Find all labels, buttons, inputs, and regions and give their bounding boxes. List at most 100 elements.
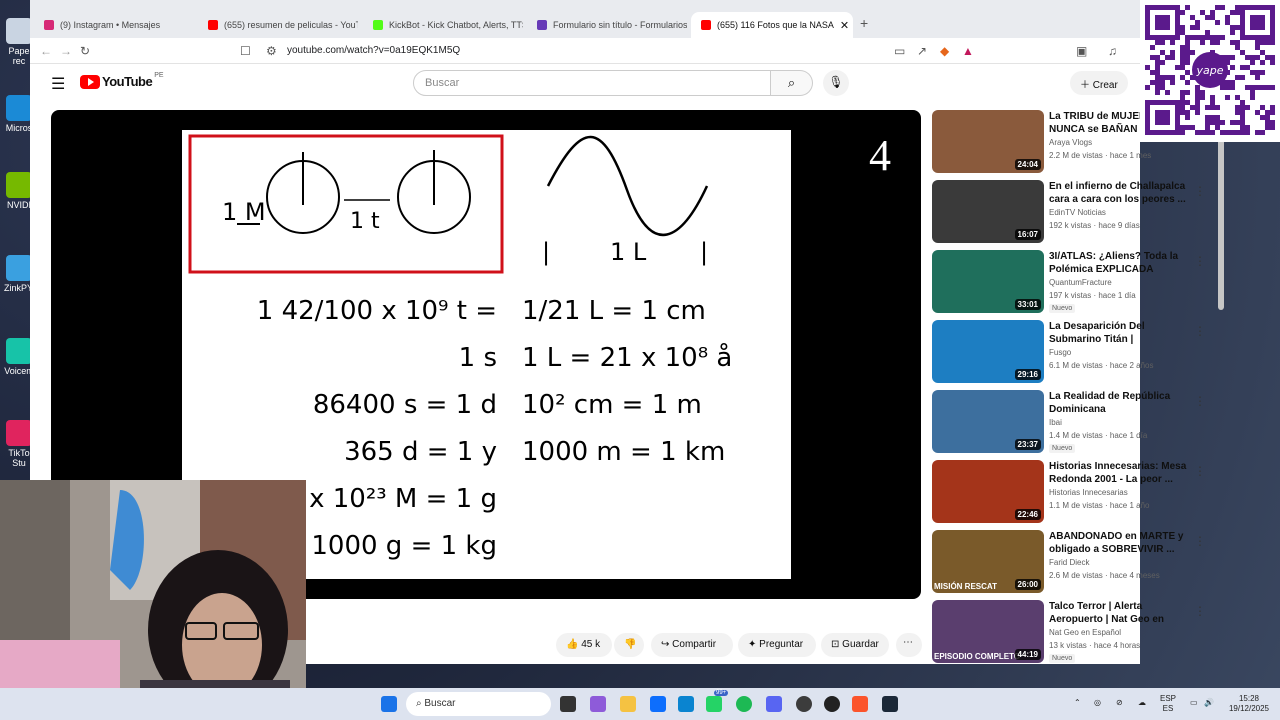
brave-shield-icon[interactable]: ◆ xyxy=(940,44,949,58)
channel-name[interactable]: Historias Innecesarias xyxy=(1049,488,1128,497)
channel-name[interactable]: QuantumFracture xyxy=(1049,278,1112,287)
whatsapp-icon[interactable] xyxy=(706,696,722,712)
video-title[interactable]: 3I/ATLAS: ¿Aliens? Toda la Polémica EXPL… xyxy=(1049,250,1191,276)
chevron-up-icon[interactable]: ⌃ xyxy=(1074,698,1081,708)
desktop-icon-label: NVIDI xyxy=(6,200,31,210)
video-thumbnail[interactable]: EPISODIO COMPLETO 44:19 xyxy=(932,600,1044,663)
share-button[interactable]: ↪ Compartir xyxy=(651,633,733,657)
video-thumbnail[interactable]: 24:04 xyxy=(932,110,1044,173)
tab-instagram[interactable]: (9) Instagram • Mensajes xyxy=(34,12,194,38)
language-indicator[interactable]: ESP ES xyxy=(1160,694,1176,714)
windows-start-icon[interactable] xyxy=(381,696,397,712)
more-vert-icon[interactable]: ⋮ xyxy=(1194,394,1206,408)
clock[interactable]: 15:28 19/12/2025 xyxy=(1226,694,1272,714)
network-icon[interactable]: ▭ xyxy=(1190,698,1198,708)
channel-name[interactable]: Nat Geo en Español xyxy=(1049,628,1121,637)
save-button[interactable]: ⊡ Guardar xyxy=(821,633,889,657)
site-settings-icon[interactable]: ⚙ xyxy=(266,44,277,58)
more-vert-icon[interactable]: ⋮ xyxy=(1194,604,1206,618)
tray-cloud-icon[interactable]: ☁ xyxy=(1138,698,1146,708)
volume-icon[interactable]: 🔊 xyxy=(1204,698,1214,708)
recommendation-item[interactable]: 23:37 La Realidad de República Dominicana… xyxy=(932,390,1214,454)
ask-button[interactable]: ✦ Preguntar xyxy=(738,633,816,657)
edge-icon[interactable] xyxy=(678,696,694,712)
app-icon[interactable] xyxy=(824,696,840,712)
share-page-icon[interactable]: ↗ xyxy=(917,44,927,58)
channel-name[interactable]: Ibai xyxy=(1049,418,1062,427)
channel-name[interactable]: Fusgo xyxy=(1049,348,1071,357)
more-vert-icon[interactable]: ⋮ xyxy=(1194,324,1206,338)
bookmark-icon[interactable]: ☐ xyxy=(240,44,251,58)
recommendation-item[interactable]: 22:46 Historias Innecesarias: Mesa Redond… xyxy=(932,460,1214,524)
recommendation-item[interactable]: MISIÓN RESCAT 26:00 ABANDONADO en MARTE y … xyxy=(932,530,1214,594)
spotify-icon[interactable] xyxy=(736,696,752,712)
discord-icon[interactable] xyxy=(766,696,782,712)
reload-icon[interactable]: ↻ xyxy=(80,44,90,58)
video-thumbnail[interactable]: 29:16 xyxy=(932,320,1044,383)
menu-icon[interactable]: ☰ xyxy=(51,74,65,94)
close-tab-icon[interactable]: ✕ xyxy=(840,19,849,32)
video-thumbnail[interactable]: MISIÓN RESCAT 26:00 xyxy=(932,530,1044,593)
video-title[interactable]: ABANDONADO en MARTE y obligado a SOBREVI… xyxy=(1049,530,1191,556)
channel-name[interactable]: Farid Dieck xyxy=(1049,558,1089,567)
recommendation-item[interactable]: 33:01 3I/ATLAS: ¿Aliens? Toda la Polémica… xyxy=(932,250,1214,314)
video-thumbnail[interactable]: 16:07 xyxy=(932,180,1044,243)
more-vert-icon[interactable]: ⋮ xyxy=(1194,534,1206,548)
video-duration: 44:19 xyxy=(1014,649,1041,660)
address-bar: ← → ↻ ☐ ⚙ youtube.com/watch?v=0a19EQK1M5… xyxy=(30,38,1140,64)
taskbar-search[interactable]: ⌕ Buscar xyxy=(406,692,551,716)
thumbs-up-icon: 👍 xyxy=(566,639,582,650)
like-button[interactable]: 👍 45 k xyxy=(556,633,612,657)
video-title[interactable]: Historias Innecesarias: Mesa Redonda 200… xyxy=(1049,460,1191,486)
search-button[interactable]: ⌕ xyxy=(771,70,813,96)
steam-icon[interactable] xyxy=(882,696,898,712)
video-title[interactable]: En el infierno de Challapalca cara a car… xyxy=(1049,180,1191,206)
tab-youtube-resumen[interactable]: (655) resumen de peliculas - YouTube xyxy=(198,12,358,38)
create-button[interactable]: ＋ Crear xyxy=(1070,71,1128,95)
tray-mute-icon[interactable]: ⊘ xyxy=(1116,698,1123,708)
video-title[interactable]: La Realidad de República Dominicana xyxy=(1049,390,1191,416)
share-icon: ↪ xyxy=(661,639,673,650)
video-thumbnail[interactable]: 22:46 xyxy=(932,460,1044,523)
voice-search-button[interactable]: 🎙 xyxy=(823,70,849,96)
store-icon[interactable] xyxy=(650,696,666,712)
tab-youtube-nasa[interactable]: (655) 116 Fotos que la NASA ✕ xyxy=(691,12,853,38)
new-tab-button[interactable]: + xyxy=(860,15,868,31)
tab-label: (9) Instagram • Mensajes xyxy=(60,20,161,30)
tab-kickbot[interactable]: KickBot - Kick Chatbot, Alerts, TTS, C xyxy=(363,12,523,38)
video-title[interactable]: Talco Terror | Alerta Aeropuerto | Nat G… xyxy=(1049,600,1191,626)
video-thumbnail[interactable]: 33:01 xyxy=(932,250,1044,313)
like-count: 45 k xyxy=(581,639,601,650)
video-thumbnail[interactable]: 23:37 xyxy=(932,390,1044,453)
recommendation-item[interactable]: 16:07 En el infierno de Challapalca cara … xyxy=(932,180,1214,244)
sidebar-toggle-icon[interactable]: ▣ xyxy=(1076,44,1087,58)
recommendation-item[interactable]: EPISODIO COMPLETO 44:19 Talco Terror | Ale… xyxy=(932,600,1214,664)
cast-icon[interactable]: ▭ xyxy=(894,44,905,58)
more-vert-icon[interactable]: ⋮ xyxy=(1194,464,1206,478)
tray-app-icon[interactable]: ◎ xyxy=(1094,698,1101,708)
copilot-icon[interactable] xyxy=(590,696,606,712)
brave-icon[interactable] xyxy=(852,696,868,712)
forward-icon[interactable]: → xyxy=(60,44,72,58)
file-explorer-icon[interactable] xyxy=(620,696,636,712)
video-title[interactable]: La Desaparición Del Submarino Titán | Do… xyxy=(1049,320,1191,346)
rewards-icon[interactable]: ▲ xyxy=(962,44,974,58)
channel-name[interactable]: Araya Vlogs xyxy=(1049,138,1092,147)
more-actions-button[interactable]: ⋯ xyxy=(896,633,922,657)
more-vert-icon[interactable]: ⋮ xyxy=(1194,184,1206,198)
more-vert-icon[interactable]: ⋮ xyxy=(1194,254,1206,268)
channel-name[interactable]: EdinTV Noticias xyxy=(1049,208,1106,217)
dislike-button[interactable]: 👎 xyxy=(614,633,644,657)
media-icon[interactable]: ♫ xyxy=(1108,44,1117,58)
tab-google-forms[interactable]: Formulario sin título - Formularios de xyxy=(527,12,687,38)
back-icon[interactable]: ← xyxy=(40,44,52,58)
recommendation-item[interactable]: 29:16 La Desaparición Del Submarino Titán… xyxy=(932,320,1214,384)
task-view-icon[interactable] xyxy=(560,696,576,712)
youtube-icon xyxy=(208,20,218,30)
search-input[interactable]: Buscar xyxy=(413,70,771,96)
youtube-play-icon xyxy=(80,74,100,89)
obs-icon[interactable] xyxy=(796,696,812,712)
microphone-icon: 🎙 xyxy=(828,75,844,89)
url-field[interactable]: youtube.com/watch?v=0a19EQK1M5Q xyxy=(287,45,460,56)
youtube-logo[interactable]: YouTube PE xyxy=(80,72,164,89)
